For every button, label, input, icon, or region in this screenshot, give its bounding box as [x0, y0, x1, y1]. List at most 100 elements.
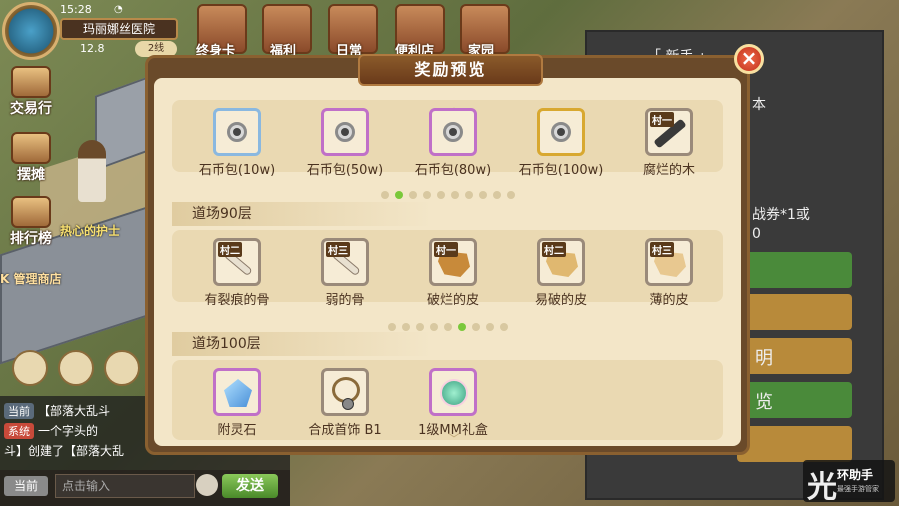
reward-item[interactable]: 村一 腐烂的木 — [614, 108, 724, 178]
item-name: 附灵石 — [217, 423, 257, 438]
reward-item[interactable]: 村一 破烂的皮 — [398, 238, 508, 308]
crystal-icon — [224, 379, 252, 407]
page-dots — [154, 316, 741, 331]
page-dot-active — [457, 323, 466, 331]
item-slot — [429, 368, 477, 416]
panel-button[interactable] — [737, 294, 852, 330]
item-name: 有裂痕的骨 — [204, 293, 270, 308]
chat-channel-select[interactable]: 当前 — [4, 476, 48, 496]
coin-icon — [551, 122, 571, 142]
item-name: 薄的皮 — [649, 293, 689, 308]
item-name: 腐烂的木 — [642, 163, 695, 178]
tier-badge: 村一 — [434, 242, 458, 257]
npc-nurse[interactable] — [78, 140, 106, 202]
page-dot — [464, 191, 473, 199]
ranking-button[interactable]: 排行榜 — [3, 196, 59, 247]
chat-message: 一个字头的 — [38, 424, 99, 438]
item-slot — [537, 108, 585, 156]
panel-button[interactable]: 明 — [737, 338, 852, 374]
reward-item[interactable]: 村三 弱的骨 — [290, 238, 400, 308]
panel-text: 0 — [752, 226, 761, 242]
close-icon[interactable]: × — [734, 44, 764, 74]
reward-item[interactable]: 石币包(10w) — [182, 108, 292, 178]
tier-badge: 村三 — [650, 242, 674, 257]
page-dot — [506, 191, 515, 199]
item-name: 石币包(100w) — [518, 163, 604, 178]
stall-button[interactable]: 摆摊 — [3, 132, 59, 183]
reward-item[interactable]: 附灵石 — [182, 368, 292, 438]
reward-item[interactable]: 1级MM礼盒 — [398, 368, 508, 438]
watermark-title: 环助手 — [837, 468, 874, 482]
gift-box-icon — [440, 379, 468, 407]
page-dots — [154, 184, 741, 199]
watermark-glyph: 光 — [807, 470, 837, 505]
item-name: 石币包(80w) — [414, 163, 492, 178]
stall-icon — [11, 132, 51, 164]
chat-line: 系统 一个字头的 — [4, 422, 144, 439]
minimap-avatar[interactable] — [2, 2, 60, 60]
necklace-icon — [332, 377, 360, 410]
reward-item[interactable]: 石币包(100w) — [506, 108, 616, 178]
reward-item[interactable]: 石币包(80w) — [398, 108, 508, 178]
chat-message: 【部落大乱斗 — [38, 404, 111, 418]
page-dot — [422, 191, 431, 199]
trade-button[interactable]: 交易行 — [3, 66, 59, 117]
page-dot — [387, 323, 396, 331]
page-dot — [478, 191, 487, 199]
tier-badge: 村二 — [218, 242, 242, 257]
reward-item[interactable]: 村二 有裂痕的骨 — [182, 238, 292, 308]
page-dot — [485, 323, 494, 331]
dialog-title: 奖励预览 — [358, 54, 543, 86]
page-dot — [450, 191, 459, 199]
page-dot — [401, 323, 410, 331]
team-icon[interactable] — [104, 350, 140, 386]
item-slot: 村一 — [429, 238, 477, 286]
emoji-icon[interactable] — [196, 474, 218, 496]
page-dot — [429, 323, 438, 331]
chat-input[interactable]: 点击输入 — [55, 474, 195, 498]
panel-text: 本 — [752, 97, 766, 113]
left-menu-label: 排行榜 — [10, 231, 52, 247]
reward-item[interactable]: 村二 易破的皮 — [506, 238, 616, 308]
friends-icon[interactable] — [58, 350, 94, 386]
chat-channel-tag: 当前 — [4, 403, 34, 419]
dialog-body: ︿ 石币包(10w) 石币包(50w) 石币包(80w) 石币包(100w) 村… — [154, 78, 741, 446]
left-menu-label: 交易行 — [10, 101, 52, 117]
clock: 15:28 — [60, 3, 92, 16]
wifi-icon: ◔ — [114, 4, 123, 15]
chevron-down-icon[interactable]: ﹀ — [447, 433, 461, 445]
panel-button[interactable]: 览 — [737, 382, 852, 418]
reward-item[interactable]: 合成首饰 B1 — [290, 368, 400, 438]
chat-input-row: 当前 点击输入 发送 — [0, 470, 290, 506]
panel-button[interactable] — [737, 426, 852, 462]
item-slot — [429, 108, 477, 156]
item-slot: 村三 — [645, 238, 693, 286]
npc-name: 热心的护士 — [60, 224, 121, 238]
item-name: 石币包(10w) — [198, 163, 276, 178]
panel-button[interactable] — [737, 252, 852, 288]
item-name: 易破的皮 — [534, 293, 587, 308]
panel-button-label: 明 — [755, 348, 773, 369]
item-name: 石币包(50w) — [306, 163, 384, 178]
chat-bubble-icon[interactable] — [12, 350, 48, 386]
reward-item[interactable]: 石币包(50w) — [290, 108, 400, 178]
item-slot — [213, 108, 261, 156]
page-dot — [408, 191, 417, 199]
panel-button-label: 览 — [755, 392, 773, 413]
section-title: 道场90层 — [172, 202, 432, 226]
item-name: 合成首饰 B1 — [308, 423, 382, 438]
item-slot: 村二 — [537, 238, 585, 286]
page-dot — [492, 191, 501, 199]
send-button[interactable]: 发送 — [222, 474, 278, 498]
page-dot — [471, 323, 480, 331]
item-slot: 村二 — [213, 238, 261, 286]
page-dot — [380, 191, 389, 199]
tier-badge: 村三 — [326, 242, 350, 257]
chat-line: 斗】创建了【部落大乱 — [4, 442, 144, 459]
chat-line: 当前 【部落大乱斗 — [4, 402, 144, 419]
reward-item[interactable]: 村三 薄的皮 — [614, 238, 724, 308]
item-slot — [213, 368, 261, 416]
shop-label: K 管理商店 — [0, 272, 62, 286]
item-slot: 村三 — [321, 238, 369, 286]
coin-icon — [227, 122, 247, 142]
